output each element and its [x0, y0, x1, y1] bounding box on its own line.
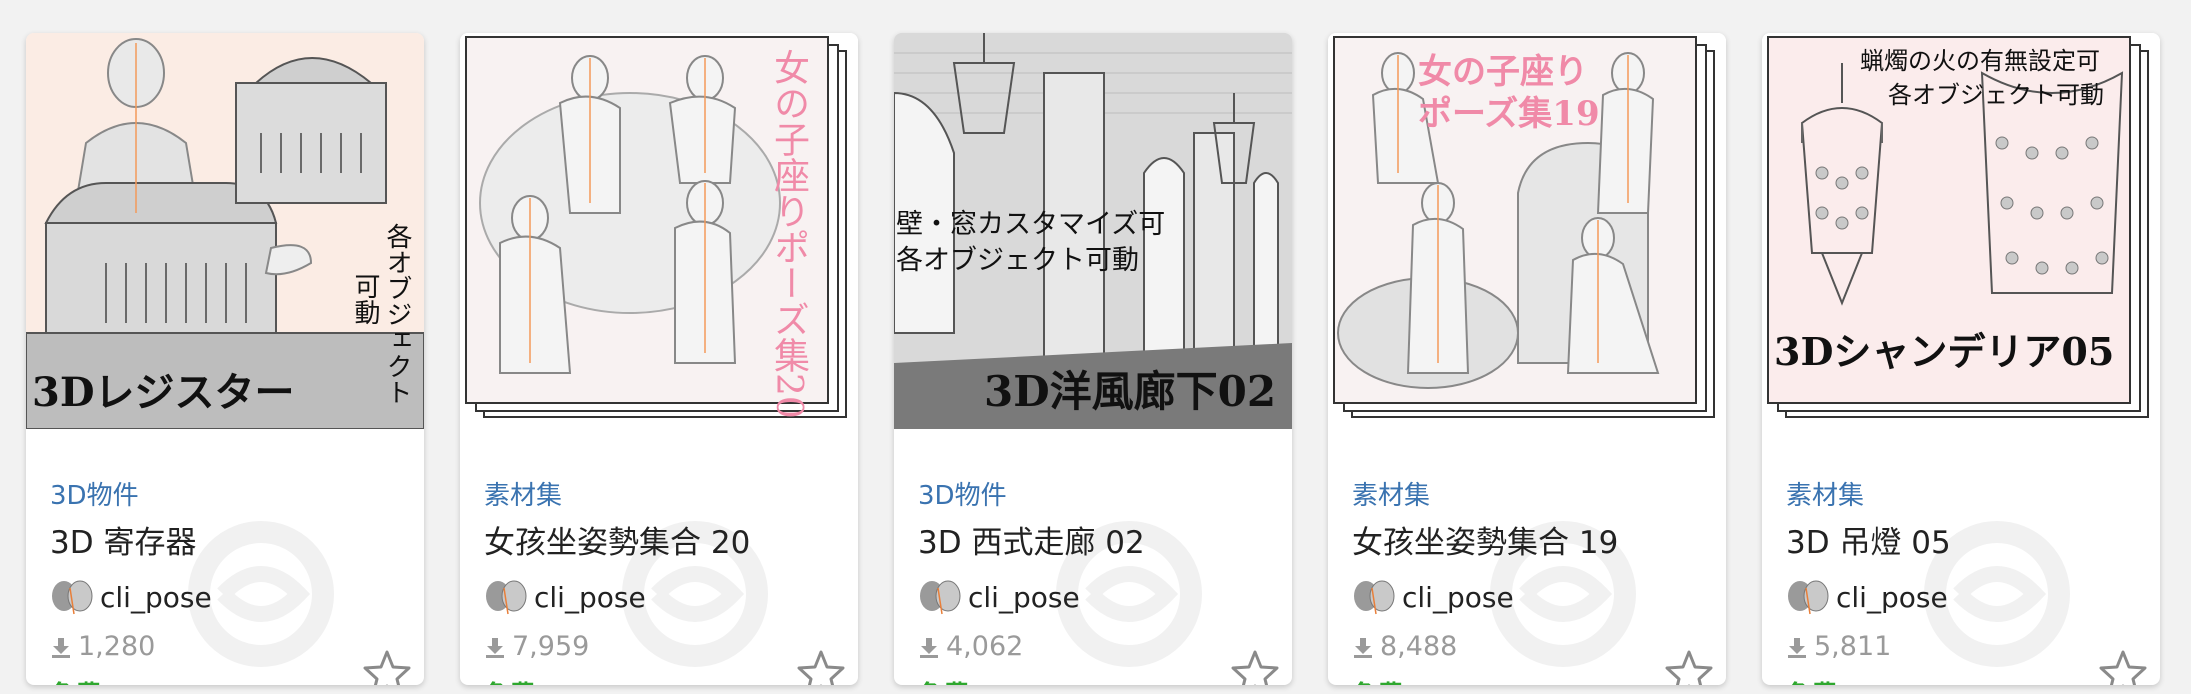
asset-category[interactable]: 素材集 — [1352, 475, 1430, 512]
download-count-value: 1,280 — [78, 631, 156, 662]
download-count-value: 8,488 — [1380, 631, 1458, 662]
download-count: 8,488 — [1352, 631, 1457, 662]
asset-thumbnail[interactable]: 3Dレジスター 各オブジェクト 可動 — [26, 33, 424, 429]
asset-card[interactable]: 蝋燭の火の有無設定可 各オブジェクト可動 3Dシャンデリア05 素材集 3D 吊… — [1762, 33, 2160, 685]
star-outline-icon[interactable] — [2096, 647, 2150, 685]
author-avatar — [920, 580, 961, 615]
download-icon — [486, 637, 504, 658]
card-info: 素材集 3D 吊燈 05 cli_pose 5,811 免費 — [1762, 429, 2160, 685]
author-avatar — [52, 580, 93, 615]
asset-category[interactable]: 素材集 — [484, 475, 562, 512]
thumbnail-caption: 壁・窓カスタマイズ可 — [896, 209, 1166, 240]
author-name: cli_pose — [534, 580, 646, 614]
asset-category[interactable]: 3D物件 — [918, 475, 1007, 512]
asset-price: 免費 — [484, 675, 536, 685]
download-count: 4,062 — [918, 631, 1023, 662]
asset-title[interactable]: 3D 吊燈 05 — [1786, 517, 1951, 562]
asset-category[interactable]: 3D物件 — [50, 475, 139, 512]
thumbnail-caption: 各オブジェクト — [382, 223, 412, 405]
star-outline-icon[interactable] — [360, 647, 414, 685]
asset-thumbnail[interactable]: 蝋燭の火の有無設定可 各オブジェクト可動 3Dシャンデリア05 — [1762, 33, 2160, 429]
author-avatar — [486, 580, 527, 615]
author-name: cli_pose — [1836, 580, 1948, 614]
sitting-pose-illustration — [1333, 36, 1715, 418]
author-name: cli_pose — [100, 580, 212, 614]
thumbnail-caption: 蝋燭の火の有無設定可 — [1860, 47, 2100, 75]
author-avatar — [1354, 580, 1395, 615]
asset-title[interactable]: 女孩坐姿勢集合 19 — [1352, 517, 1618, 562]
download-icon — [1354, 637, 1372, 658]
asset-author[interactable]: cli_pose — [484, 577, 646, 617]
asset-title[interactable]: 3D 西式走廊 02 — [918, 517, 1145, 562]
asset-card[interactable]: 女の子座りポーズ集20 素材集 女孩坐姿勢集合 20 cli_pose 7,95… — [460, 33, 858, 685]
download-icon — [52, 637, 70, 658]
asset-price: 免費 — [50, 675, 102, 685]
thumbnail-caption: 各オブジェクト可動 — [896, 245, 1139, 276]
card-info: 3D物件 3D 寄存器 cli_pose 1,280 免費 — [26, 429, 424, 685]
download-count-value: 5,811 — [1814, 631, 1892, 662]
card-info: 3D物件 3D 西式走廊 02 cli_pose 4,062 免費 — [894, 429, 1292, 685]
asset-card[interactable]: 壁・窓カスタマイズ可 各オブジェクト可動 3D洋風廊下02 3D物件 3D 西式… — [894, 33, 1292, 685]
thumbnail-caption: 各オブジェクト可動 — [1888, 81, 2104, 109]
star-outline-icon[interactable] — [1662, 647, 1716, 685]
asset-author[interactable]: cli_pose — [1786, 577, 1948, 617]
star-outline-icon[interactable] — [794, 647, 848, 685]
asset-thumbnail[interactable]: 女の子座りポーズ集20 — [460, 33, 858, 429]
asset-author[interactable]: cli_pose — [50, 577, 212, 617]
download-icon — [1788, 637, 1806, 658]
download-count: 1,280 — [50, 631, 155, 662]
thumbnail-caption: ポーズ集19 — [1418, 94, 1600, 134]
download-count: 5,811 — [1786, 631, 1891, 662]
star-outline-icon[interactable] — [1228, 647, 1282, 685]
thumbnail-caption: 3Dシャンデリア05 — [1774, 329, 2115, 374]
asset-price: 免費 — [1352, 675, 1404, 685]
thumbnail-caption: 女の子座りポーズ集20 — [768, 49, 809, 419]
asset-title[interactable]: 女孩坐姿勢集合 20 — [484, 517, 750, 562]
author-avatar — [1788, 580, 1829, 615]
asset-title[interactable]: 3D 寄存器 — [50, 517, 196, 562]
asset-category[interactable]: 素材集 — [1786, 475, 1864, 512]
asset-author[interactable]: cli_pose — [1352, 577, 1514, 617]
thumbnail-caption: 可動 — [350, 273, 380, 325]
asset-price: 免費 — [918, 675, 970, 685]
thumbnail-caption: 3D洋風廊下02 — [984, 367, 1277, 416]
asset-thumbnail[interactable]: 壁・窓カスタマイズ可 各オブジェクト可動 3D洋風廊下02 — [894, 33, 1292, 429]
author-name: cli_pose — [968, 580, 1080, 614]
asset-card-row: 3Dレジスター 各オブジェクト 可動 3D物件 3D 寄存器 cli_pose — [0, 0, 2191, 694]
asset-author[interactable]: cli_pose — [918, 577, 1080, 617]
asset-card[interactable]: 女の子座り ポーズ集19 素材集 女孩坐姿勢集合 19 cli_pose 8,4… — [1328, 33, 1726, 685]
asset-card[interactable]: 3Dレジスター 各オブジェクト 可動 3D物件 3D 寄存器 cli_pose — [26, 33, 424, 685]
thumbnail-caption: 3Dレジスター — [32, 369, 295, 416]
download-count-value: 4,062 — [946, 631, 1024, 662]
thumbnail-caption: 女の子座り — [1418, 52, 1588, 92]
download-count: 7,959 — [484, 631, 589, 662]
download-count-value: 7,959 — [512, 631, 590, 662]
card-info: 素材集 女孩坐姿勢集合 20 cli_pose 7,959 免費 — [460, 429, 858, 685]
asset-thumbnail[interactable]: 女の子座り ポーズ集19 — [1328, 33, 1726, 429]
card-info: 素材集 女孩坐姿勢集合 19 cli_pose 8,488 免費 — [1328, 429, 1726, 685]
asset-price: 免費 — [1786, 675, 1838, 685]
download-icon — [920, 637, 938, 658]
author-name: cli_pose — [1402, 580, 1514, 614]
